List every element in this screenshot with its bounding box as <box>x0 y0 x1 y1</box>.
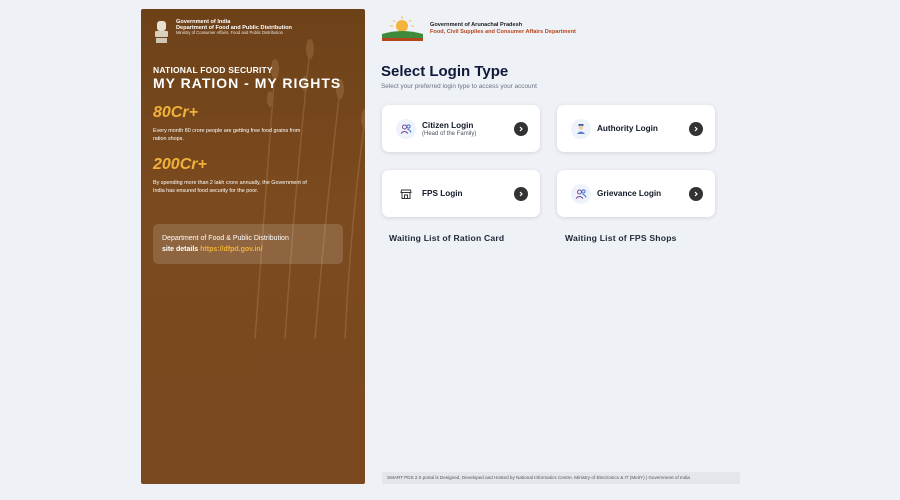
page-title: Select Login Type <box>381 63 509 80</box>
department-name: Department of Food & Public Distribution <box>162 235 289 242</box>
citizen-login-button[interactable]: Citizen Login (Head of the Family) <box>382 105 540 152</box>
stat-value-spending: 200Cr+ <box>153 156 207 173</box>
waiting-list-fps-shops-link[interactable]: Waiting List of FPS Shops <box>565 233 677 243</box>
info-panel: Government of India Department of Food a… <box>141 9 365 484</box>
stat-description-beneficiaries: Every month 80 crore people are getting … <box>153 128 301 143</box>
wheat-background-icon <box>254 39 365 339</box>
chevron-right-icon <box>514 186 528 201</box>
national-emblem-icon <box>155 21 168 43</box>
waiting-list-ration-card-link[interactable]: Waiting List of Ration Card <box>389 233 504 243</box>
nfs-heading: NATIONAL FOOD SECURITY <box>153 65 273 75</box>
authority-login-button[interactable]: Authority Login <box>557 105 715 152</box>
arunachal-state-logo-icon <box>382 16 423 41</box>
page-subtitle: Select your preferred login type to acce… <box>381 83 537 90</box>
chevron-right-icon <box>689 121 703 136</box>
footer-credits: SMART PDS 2.0 portal is Designed, Develo… <box>382 472 740 484</box>
officer-icon <box>571 118 591 139</box>
stat-description-spending: By spending more than 2 lakh crore annua… <box>153 180 307 195</box>
citizen-login-sublabel: (Head of the Family) <box>422 130 477 137</box>
chevron-right-icon <box>689 186 703 201</box>
govt-of-india-header: Government of India Department of Food a… <box>153 19 292 45</box>
fps-login-button[interactable]: FPS Login <box>382 170 540 217</box>
shop-icon <box>396 184 416 204</box>
login-page: Government of India Department of Food a… <box>0 0 900 500</box>
fps-login-label: FPS Login <box>422 189 463 198</box>
state-govt-header: Government of Arunachal Pradesh Food, Ci… <box>430 22 576 35</box>
tagline-heading: MY RATION - MY RIGHTS <box>153 75 342 91</box>
stat-value-beneficiaries: 80Cr+ <box>153 104 198 121</box>
users-icon <box>571 183 591 204</box>
department-info-box: Department of Food & Public Distribution… <box>153 224 343 264</box>
citizen-login-label: Citizen Login <box>422 120 474 130</box>
state-govt-label: Government of Arunachal Pradesh <box>430 22 523 28</box>
users-icon <box>396 118 416 139</box>
grievance-login-label: Grievance Login <box>597 189 662 198</box>
grievance-login-button[interactable]: Grievance Login <box>557 170 715 217</box>
ministry-label: Ministry of Consumer Affairs, Food and P… <box>176 30 283 36</box>
dfpd-site-link[interactable]: https://dfpd.gov.in/ <box>200 246 262 253</box>
chevron-right-icon <box>514 121 528 136</box>
authority-login-label: Authority Login <box>597 124 658 133</box>
state-department-label: Food, Civil Supplies and Consumer Affair… <box>430 28 576 35</box>
site-details-label: site details <box>162 246 199 254</box>
